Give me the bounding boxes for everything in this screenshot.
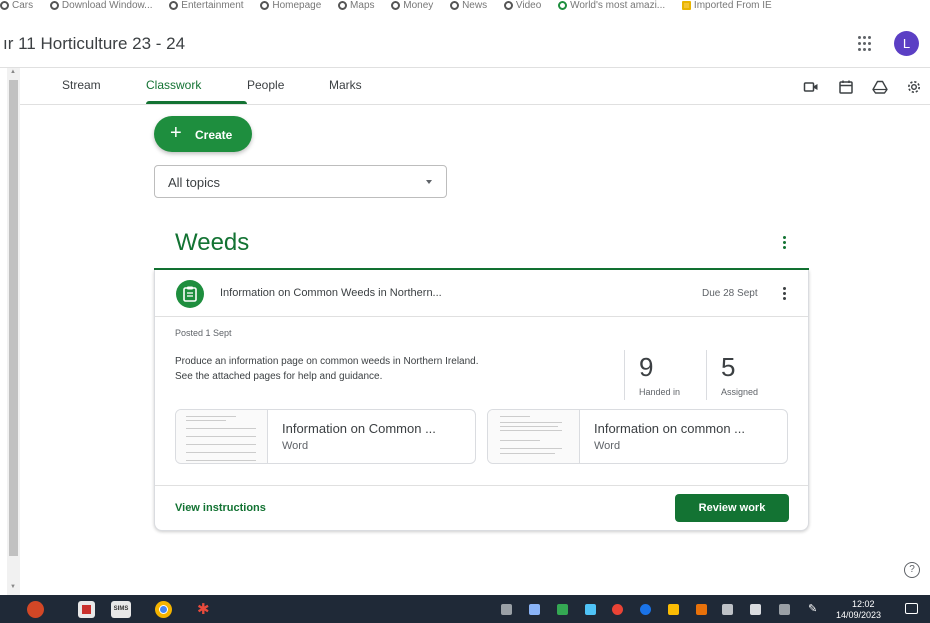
tray-icon[interactable] (668, 604, 679, 615)
handed-in-stat[interactable]: 9 Handed in (624, 350, 706, 400)
topic-filter-select[interactable]: All topics (154, 165, 447, 198)
tray-icon[interactable] (585, 604, 596, 615)
document-thumbnail (176, 410, 268, 463)
tray-icon[interactable] (501, 604, 512, 615)
pen-icon[interactable]: ✎ (808, 604, 819, 615)
bookmark-icon (450, 0, 460, 10)
description-line: See the attached pages for help and guid… (175, 371, 383, 382)
tray-icon[interactable] (696, 604, 707, 615)
bookmark-icon (338, 0, 348, 10)
attachment-type: Word (282, 440, 309, 452)
scrollbar-thumb[interactable] (9, 80, 18, 556)
assignment-title[interactable]: Information on Common Weeds in Northern.… (220, 287, 442, 299)
attachment-card[interactable]: Information on Common ... Word (175, 409, 476, 464)
card-header-divider (155, 316, 808, 317)
taskbar: SIMS ✱ ✎ 12:02 14/09/2023 (0, 595, 930, 623)
tray-icon[interactable] (612, 604, 623, 615)
topic-more-icon[interactable] (783, 236, 787, 250)
view-instructions-link[interactable]: View instructions (175, 502, 266, 514)
app-icon[interactable]: ✱ (197, 601, 214, 618)
assigned-stat[interactable]: 5 Assigned (706, 350, 788, 400)
apps-grid-icon[interactable] (858, 36, 874, 52)
bluetooth-icon[interactable] (640, 604, 651, 615)
posted-date: Posted 1 Sept (175, 328, 232, 338)
bookmark-item[interactable]: Cars (0, 0, 33, 11)
bookmark-icon (0, 0, 9, 10)
bookmark-folder[interactable]: Imported From IE (681, 0, 772, 11)
bookmark-item[interactable]: Homepage (260, 0, 321, 11)
chevron-down-icon (426, 180, 432, 184)
class-title[interactable]: ır 11 Horticulture 23 - 24 (3, 34, 185, 54)
calendar-icon[interactable] (838, 79, 854, 95)
powerpoint-icon[interactable] (27, 601, 44, 618)
tabs-divider (20, 104, 930, 105)
handed-in-count: 9 (639, 352, 654, 382)
notifications-icon[interactable] (905, 603, 918, 614)
tray-icon[interactable] (529, 604, 540, 615)
clock-date[interactable]: 14/09/2023 (836, 610, 881, 620)
scroll-down-arrow-icon[interactable]: ▼ (10, 584, 16, 590)
bookmark-icon (558, 0, 568, 10)
attachment-type: Word (594, 440, 621, 452)
review-work-button[interactable]: Review work (675, 494, 789, 522)
video-icon[interactable] (803, 79, 819, 95)
topic-filter-value: All topics (168, 175, 221, 190)
tab-bar: Stream Classwork People Marks (20, 68, 930, 104)
chrome-icon[interactable] (155, 601, 172, 618)
bookmark-item[interactable]: Download Window... (49, 0, 153, 11)
bookmark-item[interactable]: Maps (338, 0, 375, 11)
drive-icon[interactable] (872, 79, 888, 95)
tab-marks[interactable]: Marks (329, 78, 362, 92)
help-icon[interactable]: ? (904, 562, 920, 578)
pdf-reader-icon[interactable] (78, 601, 95, 618)
tab-people[interactable]: People (247, 78, 284, 92)
bookmark-icon (503, 0, 513, 10)
assignment-card: Information on Common Weeds in Northern.… (154, 270, 809, 531)
scroll-up-arrow-icon[interactable]: ▲ (10, 69, 16, 75)
scrollbar[interactable]: ▲ ▼ (7, 68, 20, 595)
bookmark-item[interactable]: Entertainment (169, 0, 244, 11)
bookmark-icon (169, 0, 179, 10)
topic-title[interactable]: Weeds (175, 229, 249, 257)
document-thumbnail (488, 410, 580, 463)
assignment-description: Produce an information page on common we… (175, 354, 595, 384)
app-header: ır 11 Horticulture 23 - 24 (0, 24, 930, 68)
assignment-more-icon[interactable] (783, 287, 787, 301)
volume-icon[interactable] (750, 604, 761, 615)
attachment-card[interactable]: Information on common ... Word (487, 409, 788, 464)
settings-icon[interactable] (906, 79, 922, 95)
bookmarks-bar: Cars Download Window... Entertainment Ho… (0, 0, 930, 12)
tab-classwork[interactable]: Classwork (146, 78, 201, 92)
assigned-label: Assigned (721, 387, 759, 397)
folder-icon (681, 0, 691, 10)
handed-in-label: Handed in (639, 387, 681, 397)
create-button-label: Create (195, 128, 233, 142)
tab-stream[interactable]: Stream (62, 78, 101, 92)
attachment-name: Information on Common ... (282, 421, 436, 436)
assigned-count: 5 (721, 352, 736, 382)
tray-icon[interactable] (557, 604, 568, 615)
bookmark-icon (49, 0, 59, 10)
due-date: Due 28 Sept (702, 288, 758, 299)
plus-icon: + (170, 122, 182, 144)
sims-app-icon[interactable]: SIMS (111, 601, 131, 618)
assignment-icon (176, 280, 204, 308)
bookmark-icon (391, 0, 401, 10)
display-icon[interactable] (779, 604, 790, 615)
network-icon[interactable] (722, 604, 733, 615)
attachment-name: Information on common ... (594, 421, 746, 436)
avatar[interactable]: L (894, 31, 919, 56)
clock-time[interactable]: 12:02 (852, 599, 875, 609)
bookmark-item[interactable]: World's most amazi... (558, 0, 665, 11)
bookmark-item[interactable]: Money (391, 0, 433, 11)
bookmark-icon (260, 0, 270, 10)
bookmark-item[interactable]: Video (503, 0, 541, 11)
description-line: Produce an information page on common we… (175, 356, 479, 367)
bookmark-item[interactable]: News (450, 0, 487, 11)
create-button[interactable]: + Create (154, 116, 252, 152)
card-footer-divider (155, 485, 808, 486)
